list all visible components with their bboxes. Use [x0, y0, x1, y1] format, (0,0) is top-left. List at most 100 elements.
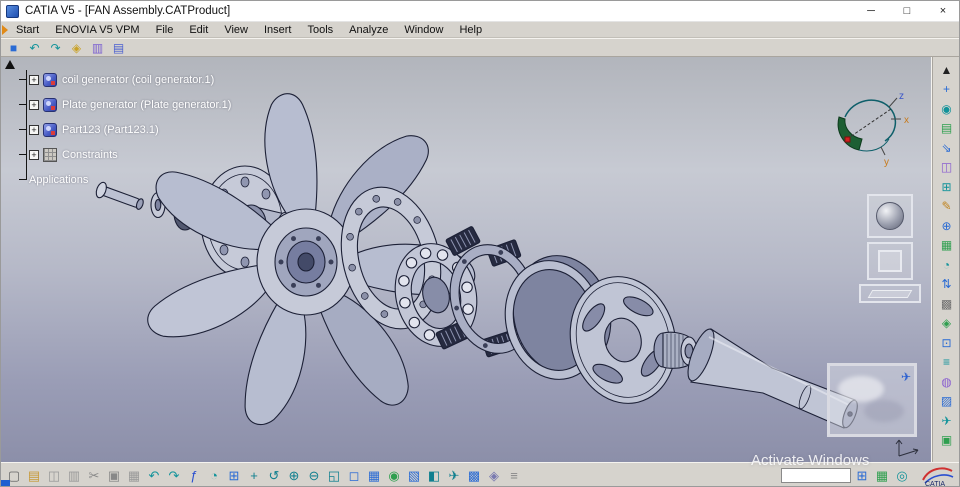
toolbar-icon[interactable]: ≡ [505, 467, 523, 485]
toolbar-icon[interactable]: ▨ [938, 392, 956, 410]
toolbar-icon[interactable]: ✈ [445, 467, 463, 485]
preview-texture [864, 400, 904, 422]
toolbar-icon[interactable]: ▤ [110, 40, 127, 56]
toolbar-icon[interactable]: ▦ [938, 236, 956, 254]
toolbar-icon[interactable]: ▥ [65, 467, 83, 485]
toolbar-icon[interactable]: + [245, 467, 263, 485]
tree-item-label: coil generator (coil generator.1) [62, 73, 215, 86]
standard-toolbar-group: ▢ ▤ ◫ ▥ ✂ ▣ ▦ ↶ ↷ ƒ ◔ ⊞ + ↺ ⊕ ⊖ ◱ ◻ ▦ ◉ … [5, 467, 523, 485]
tree-node-icon [43, 72, 57, 87]
toolbar-icon[interactable]: ⊞ [225, 467, 243, 485]
toolbar-icon[interactable]: ◔ [938, 256, 956, 274]
toolbar-icon[interactable]: ▩ [938, 295, 956, 313]
toolbar-icon[interactable]: ■ [5, 40, 22, 56]
toolbar-icon[interactable]: ƒ [185, 467, 203, 485]
toolbar-icon[interactable]: ◉ [385, 467, 403, 485]
menu-item[interactable]: Insert [256, 24, 300, 36]
toolbar-icon[interactable]: ✈ [938, 412, 956, 430]
window-controls: ─ □ × [853, 1, 959, 21]
menu-item[interactable]: Window [396, 24, 451, 36]
tree-item[interactable]: Applications [7, 167, 231, 192]
toolbar-icon[interactable]: ◫ [45, 467, 63, 485]
toolbar-icon[interactable]: ↷ [165, 467, 183, 485]
toolbar-icon[interactable]: ▤ [25, 467, 43, 485]
tree-item[interactable]: + Plate generator (Plate generator.1) [7, 92, 231, 117]
palette-plane-tool[interactable] [867, 242, 913, 280]
toolbar-icon[interactable]: ⇅ [938, 275, 956, 293]
toolbar-icon[interactable]: ✂ [85, 467, 103, 485]
toolbar-icon[interactable]: ⊕ [938, 217, 956, 235]
tree-expander-icon[interactable]: + [29, 149, 39, 160]
3d-compass[interactable]: z x y [825, 85, 917, 171]
toolbar-icon[interactable]: ⊞ [853, 467, 871, 485]
app-icon [6, 4, 19, 18]
sphere-icon [876, 202, 904, 230]
toolbar-icon[interactable]: ↶ [26, 40, 43, 56]
menu-item[interactable]: Help [451, 24, 490, 36]
toolbar-icon[interactable]: ◱ [325, 467, 343, 485]
menu-item[interactable]: Tools [299, 24, 341, 36]
tree-item[interactable]: + Part123 (Part123.1) [7, 117, 231, 142]
toolbar-icon[interactable]: ▦ [873, 467, 891, 485]
toolbar-icon[interactable]: ▤ [938, 119, 956, 137]
palette-sphere-tool[interactable] [867, 194, 913, 238]
toolbar-icon[interactable]: ◉ [938, 100, 956, 118]
toolbar-icon[interactable]: ≡ [938, 353, 956, 371]
toolbar-icon[interactable]: ▣ [938, 431, 956, 449]
toolbar-icon[interactable]: ⊞ [938, 178, 956, 196]
fly-mode-icon: ✈ [900, 370, 911, 384]
toolbar-icon[interactable]: ◍ [938, 373, 956, 391]
toolbar-icon[interactable]: ◔ [205, 467, 223, 485]
menu-item[interactable]: Edit [181, 24, 216, 36]
bottom-toolbar: ▢ ▤ ◫ ▥ ✂ ▣ ▦ ↶ ↷ ƒ ◔ ⊞ + ↺ ⊕ ⊖ ◱ ◻ ▦ ◉ … [1, 462, 959, 486]
toolbar-icon[interactable]: ◈ [68, 40, 85, 56]
tree-branch-line [19, 104, 27, 105]
toolbar-icon[interactable]: ▦ [125, 467, 143, 485]
menu-item[interactable]: ENOVIA V5 VPM [47, 24, 147, 36]
preview-texture [838, 376, 884, 402]
toolbar-icon[interactable]: ◧ [425, 467, 443, 485]
menu-item[interactable]: Start [8, 24, 47, 36]
toolbar-icon[interactable]: ▲ [938, 61, 956, 79]
preview-panel[interactable]: ✈ [827, 363, 917, 437]
toolbar-icon[interactable]: ↷ [47, 40, 64, 56]
menu-item[interactable]: File [148, 24, 182, 36]
toolbar-icon[interactable]: ▦ [365, 467, 383, 485]
minimize-button[interactable]: ─ [853, 1, 889, 21]
tree-branch-line [19, 129, 27, 130]
window-title: CATIA V5 - [FAN Assembly.CATProduct] [25, 5, 231, 17]
menu-item[interactable]: View [216, 24, 256, 36]
toolbar-icon[interactable]: ▧ [405, 467, 423, 485]
toolbar-icon[interactable]: + [938, 80, 956, 98]
toolbar-icon[interactable]: ◎ [893, 467, 911, 485]
toolbar-icon[interactable]: ▣ [105, 467, 123, 485]
toolbar-icon[interactable]: ◫ [938, 158, 956, 176]
toolbar-icon[interactable]: ↶ [145, 467, 163, 485]
palette-slab-tool[interactable] [859, 284, 921, 303]
tree-item[interactable]: + Constraints [7, 142, 231, 167]
power-input-field[interactable] [781, 468, 851, 483]
tree-expander-icon[interactable]: + [29, 124, 39, 135]
3d-viewport[interactable]: + coil generator (coil generator.1) + Pl… [1, 57, 931, 462]
tree-expander-icon[interactable]: + [29, 99, 39, 110]
toolbar-icon[interactable]: ↺ [265, 467, 283, 485]
toolbar-icon[interactable]: ✎ [938, 197, 956, 215]
tree-branch-line [19, 179, 27, 180]
toolbar-icon[interactable]: ⊖ [305, 467, 323, 485]
toolbar-icon[interactable]: ▩ [465, 467, 483, 485]
menu-item[interactable]: Analyze [341, 24, 396, 36]
toolbar-icon[interactable]: ⊡ [938, 334, 956, 352]
maximize-button[interactable]: □ [889, 1, 925, 21]
tree-item[interactable]: + coil generator (coil generator.1) [7, 67, 231, 92]
toolbar-icon[interactable]: ⇘ [938, 139, 956, 157]
toolbar-icon[interactable]: ◻ [345, 467, 363, 485]
right-toolbar: ▲ + ◉ ▤ ⇘ ◫ ⊞ ✎ ⊕ ▦ ◔ ⇅ ▩ ◈ ⊡ ≡ ◍ ▨ ✈ ▣ [931, 57, 959, 462]
toolbar-icon[interactable]: ◈ [485, 467, 503, 485]
toolbar-icon[interactable]: ⊕ [285, 467, 303, 485]
toolbar-icon[interactable]: ▥ [89, 40, 106, 56]
toolbar-icon[interactable]: ◈ [938, 314, 956, 332]
square-icon [878, 250, 902, 272]
tree-branch-line [19, 154, 27, 155]
close-button[interactable]: × [925, 1, 959, 21]
tree-expander-icon[interactable]: + [29, 74, 39, 85]
